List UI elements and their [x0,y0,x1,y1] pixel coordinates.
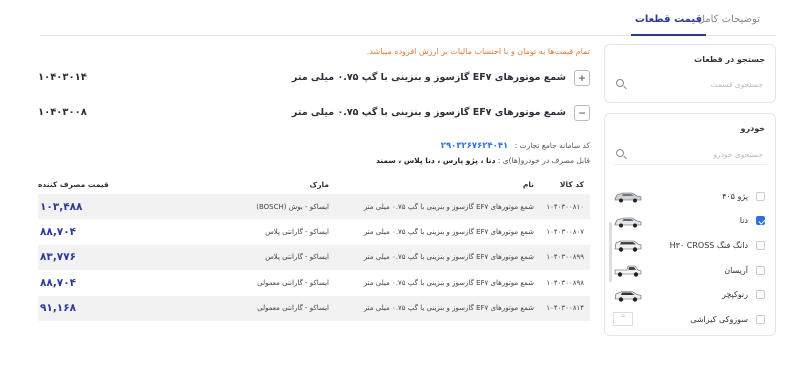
cell-code: ۱۰۴۰۳۰۰۸۹۸ [546,278,584,287]
cell-price: ۸۸,۷۰۴ [40,276,77,289]
product-row: − شمع موتورهای EF۷ گازسوز و بنزینی با گپ… [38,102,590,124]
search-icon [616,79,624,87]
car-item-suzuki-kizashi[interactable]: سوزوکی کیزاشی ▫ [613,307,765,332]
product-title: شمع موتورهای EF۷ گازسوز و بنزینی با گپ ۰… [291,72,566,83]
commerce-code-label: کد سامانه جامع تجارت : [514,141,590,150]
car-checkbox[interactable] [756,191,765,201]
cell-price: ۸۸,۷۰۴ [40,226,77,239]
cell-brand: ایساکو - گارانتی پلاس [265,228,329,237]
usable-cars-label: قابل مصرف در خودرو(ها)ی : [497,156,590,165]
table-header: کد کالا نام مارک قیمت مصرف کننده [38,174,590,194]
car-item-label: سوزوکی کیزاشی [690,314,748,324]
car-filter-panel: خودرو پژو ۴۰۵ دنا [604,113,776,336]
commerce-code-value: ۲۹۰۳۲۶۷۶۲۴۰۴۱ [440,141,509,151]
car-item-label: دانگ فنگ H۳۰ CROSS [669,240,748,250]
cell-price: ۸۳,۷۷۶ [40,251,77,264]
table-row: ۱۰۴۰۳۰۰۸۹۹ شمع موتورهای EF۷ گازسوز و بنز… [38,244,590,271]
cell-name: شمع موتورهای EF۷ گازسوز و بنزینی با گپ ۰… [363,304,534,313]
car-checkbox[interactable] [756,290,765,300]
price-notice: تمام قیمت‌ها به تومان و با احتساب مالیات… [366,47,590,56]
header-price: قیمت مصرف کننده [38,179,109,189]
product-code: ۱۰۴۰۳۰۱۴ [38,72,87,83]
pickup-icon [614,265,642,277]
sedan-icon [614,192,642,203]
car-item-label: دنا [739,216,748,226]
main-content: تمام قیمت‌ها به تومان و با احتساب مالیات… [38,44,590,321]
car-item-arisan[interactable]: آریسان [613,258,765,283]
parts-search-box [613,73,767,95]
cell-name: شمع موتورهای EF۷ گازسوز و بنزینی با گپ ۰… [363,253,534,262]
car-filter-title: خودرو [740,124,765,133]
car-item-dongfeng-h30[interactable]: دانگ فنگ H۳۰ CROSS [613,233,765,258]
cell-code: ۱۰۴۰۳۰۰۸۱۴ [546,304,584,313]
product-row: + شمع موتورهای EF۷ گازسوز و بنزینی با گپ… [38,67,590,89]
car-list-scrollbar[interactable] [609,222,612,282]
tab-description[interactable]: توضیحات کامل [698,14,760,25]
cell-code: ۱۰۴۰۳۰۰۸۰۷ [546,228,584,237]
broken-image-icon: ▫ [613,312,633,327]
cell-brand: ایساکو - بوش (BOSCH) [256,202,329,211]
usable-cars-value: دنا ، پژو پارس ، دنا پلاس ، سمند [375,156,496,165]
cell-brand: ایساکو - گارانتی معمولی [257,278,329,287]
car-item-label: پژو ۴۰۵ [722,191,748,201]
cell-price: ۱۰۳,۴۸۸ [40,200,83,213]
parts-table: کد کالا نام مارک قیمت مصرف کننده ۱۰۴۰۳۰۰… [38,174,590,321]
table-row: ۱۰۴۰۳۰۰۸۱۰ شمع موتورهای EF۷ گازسوز و بنز… [38,194,590,220]
cell-name: شمع موتورهای EF۷ گازسوز و بنزینی با گپ ۰… [363,278,534,287]
header-brand: مارک [309,179,329,189]
cell-price: ۹۱,۱۶۸ [40,302,77,315]
car-search-input[interactable] [613,143,767,165]
car-checkbox[interactable] [756,265,765,275]
table-row: ۱۰۴۰۳۰۰۸۱۴ شمع موتورهای EF۷ گازسوز و بنز… [38,295,590,321]
suv-icon [614,290,642,302]
cell-name: شمع موتورهای EF۷ گازسوز و بنزینی با گپ ۰… [363,228,534,237]
car-checkbox[interactable] [756,240,765,250]
car-checkbox[interactable] [756,216,765,226]
car-search-box [613,143,767,165]
car-item-dena[interactable]: دنا [613,209,765,234]
header-code: کد کالا [559,179,584,189]
car-item-renault-captur[interactable]: رنوکپچر [613,282,765,307]
usable-cars-line: قابل مصرف در خودرو(ها)ی : دنا ، پژو پارس… [38,156,590,165]
cell-brand: ایساکو - گارانتی معمولی [257,304,329,313]
car-list: پژو ۴۰۵ دنا دانگ فنگ H۳۰ CROSS آریسان رن… [613,184,765,332]
expand-button[interactable]: + [574,70,590,86]
car-item-peugeot-405[interactable]: پژو ۴۰۵ [613,184,765,209]
tab-prices[interactable]: قیمت قطعات [630,14,707,36]
cell-brand: ایساکو - گارانتی پلاس [265,253,329,262]
sidebar: جستجو در قطعات خودرو پژو ۴۰۵ [604,44,776,336]
header-name: نام [522,179,534,189]
table-row: ۱۰۴۰۳۰۰۸۹۸ شمع موتورهای EF۷ گازسوز و بنز… [38,270,590,295]
tab-bar: توضیحات کامل قیمت قطعات [40,0,776,36]
suv-icon [614,241,642,253]
table-row: ۱۰۴۰۳۰۰۸۰۷ شمع موتورهای EF۷ گازسوز و بنز… [38,219,590,244]
car-item-label: آریسان [724,265,748,275]
cell-code: ۱۰۴۰۳۰۰۸۱۰ [546,202,584,211]
product-title: شمع موتورهای EF۷ گازسوز و بنزینی با گپ ۰… [291,107,566,118]
table-body: ۱۰۴۰۳۰۰۸۱۰ شمع موتورهای EF۷ گازسوز و بنز… [38,194,590,321]
parts-search-panel: جستجو در قطعات [604,44,776,103]
commerce-code-line: کد سامانه جامع تجارت : ۲۹۰۳۲۶۷۶۲۴۰۴۱ [38,141,590,151]
product-code: ۱۰۴۰۳۰۰۸ [38,107,87,118]
parts-search-title: جستجو در قطعات [694,55,765,64]
parts-search-input[interactable] [613,73,767,95]
car-checkbox[interactable] [756,314,765,324]
search-icon [616,149,624,157]
car-item-label: رنوکپچر [721,290,748,300]
sedan-icon [614,217,642,228]
collapse-button[interactable]: − [574,105,590,121]
cell-code: ۱۰۴۰۳۰۰۸۹۹ [546,253,584,262]
cell-name: شمع موتورهای EF۷ گازسوز و بنزینی با گپ ۰… [363,202,534,211]
